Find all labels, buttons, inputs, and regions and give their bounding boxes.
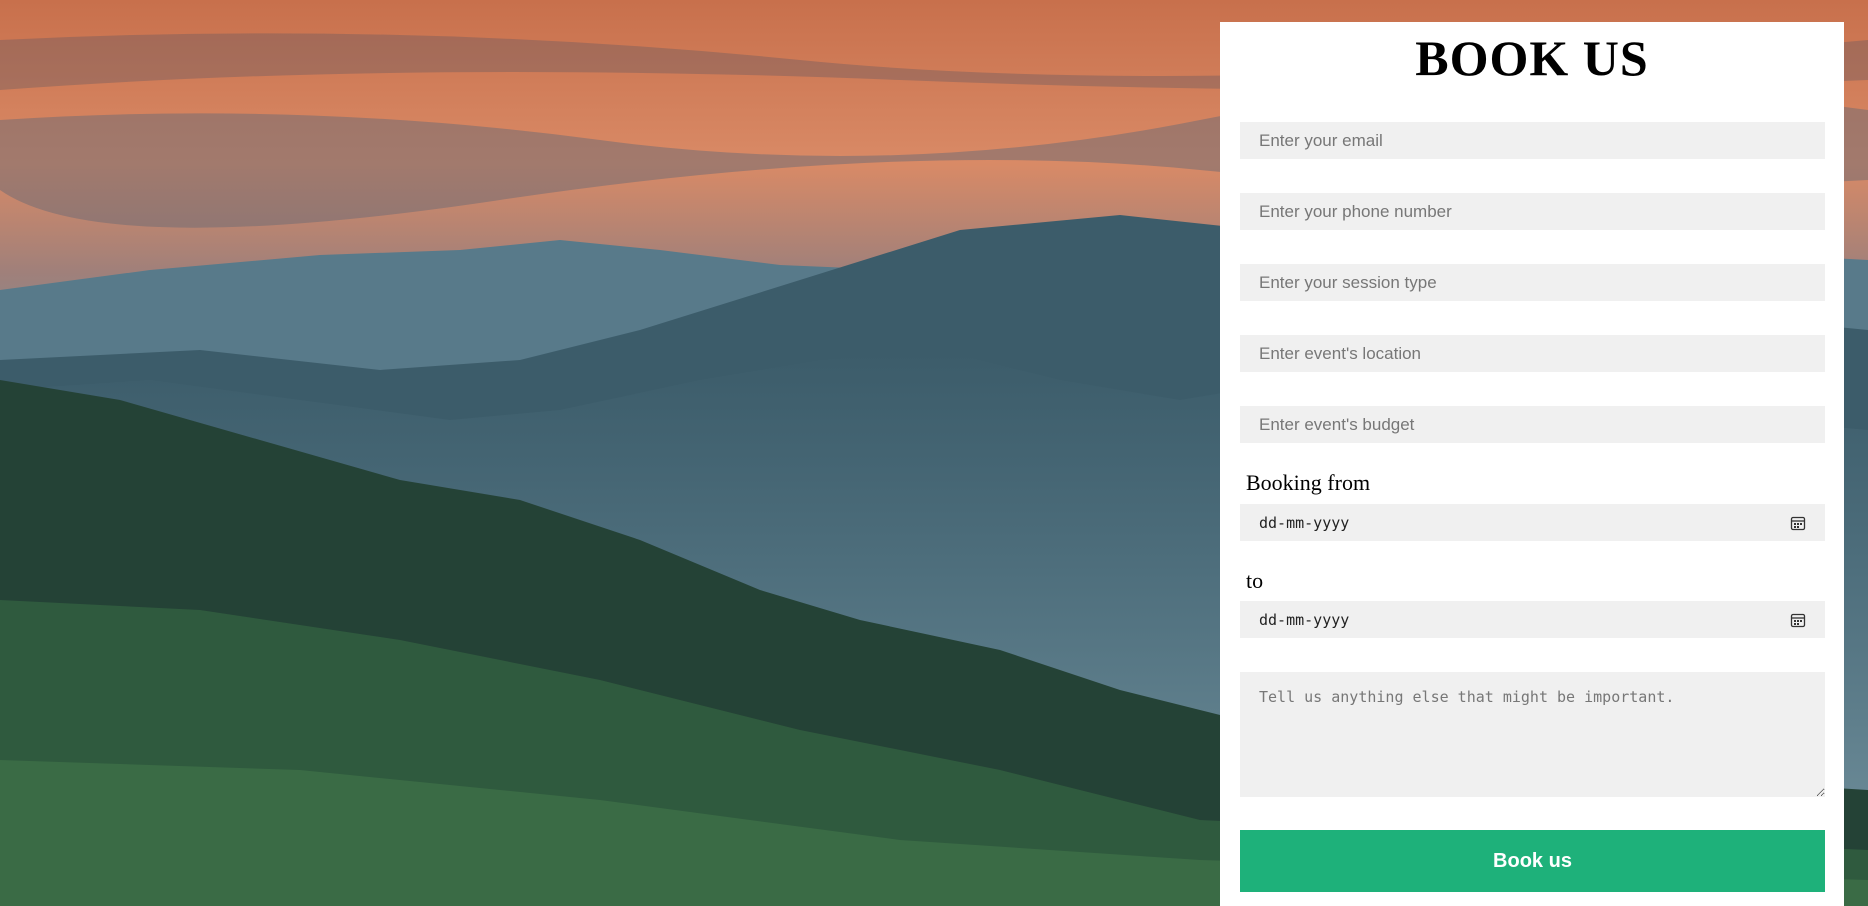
session-type-input[interactable] xyxy=(1240,264,1825,301)
to-date-value: dd-mm-yyyy xyxy=(1259,610,1350,629)
budget-input[interactable] xyxy=(1240,406,1825,443)
booking-form-panel: BOOK US Booking from dd-mm-yyyy to dd-mm… xyxy=(1220,22,1844,906)
calendar-icon[interactable] xyxy=(1790,612,1806,628)
email-input[interactable] xyxy=(1240,122,1825,159)
booking-from-date-input[interactable]: dd-mm-yyyy xyxy=(1240,504,1825,541)
booking-from-label: Booking from xyxy=(1246,470,1371,495)
to-label: to xyxy=(1246,568,1264,593)
form-title: BOOK US xyxy=(1415,30,1649,86)
location-input[interactable] xyxy=(1240,335,1825,372)
booking-from-date-value: dd-mm-yyyy xyxy=(1259,513,1350,532)
phone-input[interactable] xyxy=(1240,193,1825,230)
notes-textarea[interactable] xyxy=(1240,672,1825,797)
book-us-button[interactable]: Book us xyxy=(1240,830,1825,892)
to-date-input[interactable]: dd-mm-yyyy xyxy=(1240,601,1825,638)
calendar-icon[interactable] xyxy=(1790,515,1806,531)
